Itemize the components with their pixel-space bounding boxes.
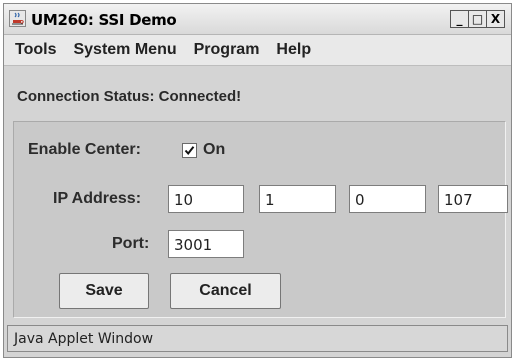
checkmark-icon [184, 146, 195, 156]
save-button[interactable]: Save [59, 273, 149, 309]
ip-octet-3-field[interactable]: 0 [349, 185, 426, 213]
enable-center-label: Enable Center: [28, 141, 141, 158]
applet-status-bar: Java Applet Window [7, 325, 508, 352]
window-title: UM260: SSI Demo [31, 11, 177, 29]
ip-octet-2-field[interactable]: 1 [259, 185, 336, 213]
minimize-button[interactable]: _ [450, 10, 469, 28]
close-button[interactable]: X [486, 10, 505, 28]
maximize-icon: □ [471, 12, 484, 26]
port-label: Port: [112, 235, 150, 252]
cancel-button[interactable]: Cancel [170, 273, 281, 309]
menu-tools[interactable]: Tools [15, 41, 56, 59]
menu-program[interactable]: Program [194, 41, 260, 59]
minimize-icon: _ [456, 12, 463, 26]
applet-window: UM260: SSI Demo _ □ X Tools System Menu … [3, 3, 512, 358]
menu-bar: Tools System Menu Program Help [4, 35, 511, 66]
ip-octet-4-field[interactable]: 107 [438, 185, 508, 213]
close-icon: X [490, 12, 501, 26]
title-bar[interactable]: UM260: SSI Demo _ □ X [4, 4, 511, 35]
window-controls: _ □ X [450, 10, 505, 28]
enable-center-option-label[interactable]: On [203, 141, 225, 159]
enable-center-checkbox[interactable] [182, 143, 197, 158]
java-cup-icon[interactable] [9, 10, 26, 27]
ip-address-label: IP Address: [53, 190, 142, 207]
connection-status: Connection Status: Connected! [17, 88, 242, 105]
menu-system-menu[interactable]: System Menu [73, 41, 176, 59]
ip-octet-1-field[interactable]: 10 [168, 185, 244, 213]
menu-help[interactable]: Help [276, 41, 311, 59]
maximize-button[interactable]: □ [468, 10, 487, 28]
port-field[interactable]: 3001 [168, 230, 244, 258]
